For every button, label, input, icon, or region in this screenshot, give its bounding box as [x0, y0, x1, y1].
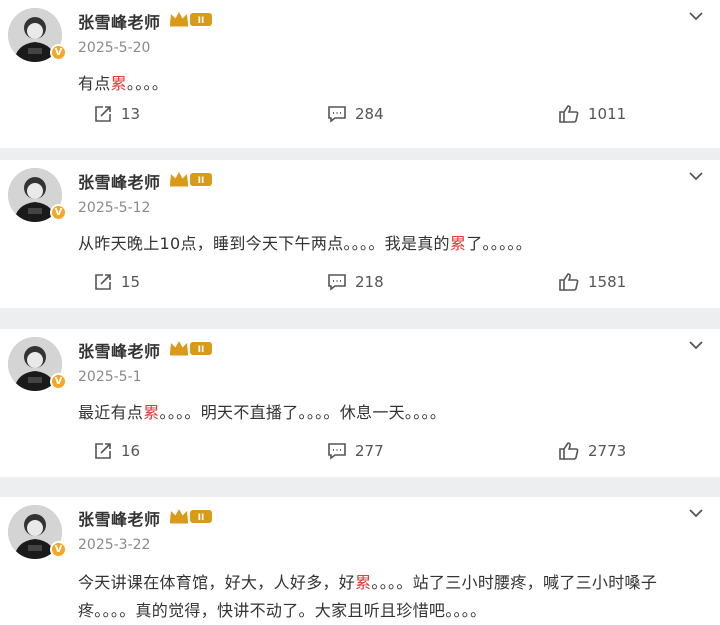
verified-badge-icon: V — [50, 204, 67, 221]
post-date[interactable]: 2025-5-12 — [78, 200, 150, 216]
forward-count: 16 — [121, 442, 141, 460]
forward-button[interactable]: 13 — [93, 104, 140, 124]
comment-button[interactable]: 284 — [327, 104, 384, 124]
comment-icon — [328, 274, 346, 291]
svg-text:II: II — [198, 345, 205, 355]
like-count: 1011 — [588, 105, 627, 123]
post-text: 今天讲课在体育馆，好大，人好多，好累。。。。站了三小时腰疼，喊了三小时嗓子疼。。… — [78, 573, 658, 620]
like-button[interactable]: 1011 — [558, 104, 626, 124]
thumbs-up-icon — [559, 442, 579, 460]
svg-text:II: II — [198, 176, 205, 186]
forward-count: 15 — [121, 273, 141, 291]
post-date[interactable]: 2025-3-22 — [78, 537, 150, 553]
post-text: 从昨天晚上10点，睡到今天下午两点。。。。我是真的累了。。。。。 — [78, 234, 532, 253]
verified-badge-icon: V — [50, 541, 67, 558]
chevron-down-icon[interactable] — [686, 503, 706, 523]
comment-button[interactable]: 277 — [327, 441, 384, 461]
post-text: 有点累。。。。 — [78, 74, 169, 93]
post-actions: 15 218 1581 — [0, 272, 720, 296]
chevron-down-icon[interactable] — [686, 166, 706, 186]
weibo-feed: V 张雪峰老师 II 2025-5-20 有点累。。。。 13 284 1011 — [0, 0, 720, 625]
crown-vip-icon[interactable]: II — [168, 339, 214, 357]
post-text: 最近有点累。。。。明天不直播了。。。。休息一天。。。。 — [78, 403, 447, 422]
chevron-down-icon[interactable] — [686, 335, 706, 355]
comment-button[interactable]: 218 — [327, 272, 384, 292]
author-name[interactable]: 张雪峰老师 — [78, 169, 161, 193]
forward-button[interactable]: 16 — [93, 441, 140, 461]
author-name[interactable]: 张雪峰老师 — [78, 9, 161, 33]
comment-count: 218 — [355, 273, 384, 291]
post-card: V 张雪峰老师 II 2025-5-1 最近有点累。。。。明天不直播了。。。。休… — [0, 329, 720, 477]
forward-count: 13 — [121, 105, 141, 123]
post-actions: 16 277 2773 — [0, 441, 720, 465]
comment-icon — [328, 443, 346, 460]
author-name[interactable]: 张雪峰老师 — [78, 506, 161, 530]
post-actions: 13 284 1011 — [0, 104, 720, 128]
chevron-down-icon[interactable] — [686, 6, 706, 26]
post-date[interactable]: 2025-5-20 — [78, 40, 150, 56]
crown-vip-icon[interactable]: II — [168, 10, 214, 28]
post-date[interactable]: 2025-5-1 — [78, 369, 142, 385]
comment-count: 284 — [355, 105, 384, 123]
like-count: 2773 — [588, 442, 627, 460]
author-name[interactable]: 张雪峰老师 — [78, 338, 161, 362]
like-button[interactable]: 2773 — [558, 441, 626, 461]
comment-icon — [328, 106, 346, 123]
verified-badge-icon: V — [50, 44, 67, 61]
share-icon — [95, 274, 111, 290]
share-icon — [95, 443, 111, 459]
like-count: 1581 — [588, 273, 627, 291]
svg-text:II: II — [198, 16, 205, 26]
post-card: V 张雪峰老师 II 2025-3-22 今天讲课在体育馆，好大，人好多，好累。… — [0, 497, 720, 625]
comment-count: 277 — [355, 442, 384, 460]
thumbs-up-icon — [559, 105, 579, 123]
crown-vip-icon[interactable]: II — [168, 507, 214, 525]
share-icon — [95, 106, 111, 122]
like-button[interactable]: 1581 — [558, 272, 626, 292]
verified-badge-icon: V — [50, 373, 67, 390]
thumbs-up-icon — [559, 273, 579, 291]
forward-button[interactable]: 15 — [93, 272, 140, 292]
post-card: V 张雪峰老师 II 2025-5-12 从昨天晚上10点，睡到今天下午两点。。… — [0, 160, 720, 308]
svg-text:II: II — [198, 513, 205, 523]
crown-vip-icon[interactable]: II — [168, 170, 214, 188]
post-card: V 张雪峰老师 II 2025-5-20 有点累。。。。 13 284 1011 — [0, 0, 720, 148]
